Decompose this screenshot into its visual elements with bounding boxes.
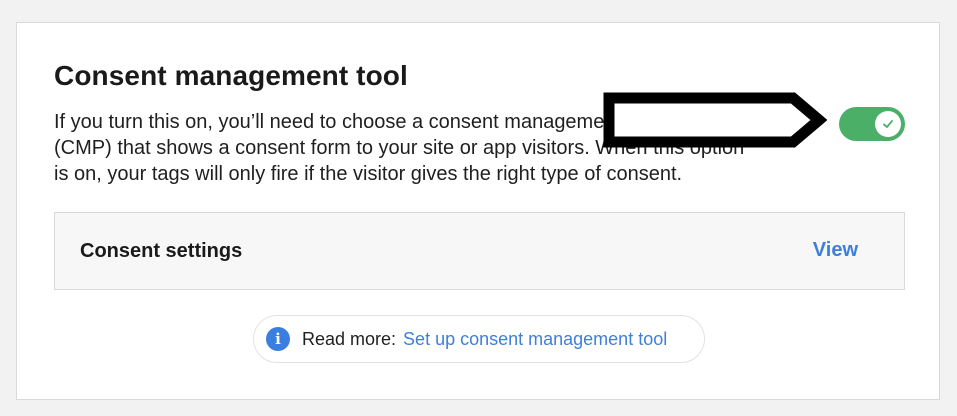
consent-settings-row: Consent settings View <box>54 212 905 290</box>
info-icon: i <box>266 327 290 351</box>
toggle-knob <box>875 111 901 137</box>
read-more-chip: i Read more: Set up consent management t… <box>253 315 705 363</box>
view-consent-settings-link[interactable]: View <box>813 239 858 262</box>
check-icon <box>883 120 893 128</box>
consent-management-card: Consent management tool If you turn this… <box>16 22 940 400</box>
consent-settings-label: Consent settings <box>80 240 243 262</box>
redaction-mark <box>603 92 827 148</box>
setup-consent-tool-link[interactable]: Set up consent management tool <box>403 329 667 350</box>
section-title: Consent management tool <box>54 60 408 91</box>
read-more-label: Read more: <box>302 328 397 349</box>
consent-toggle[interactable] <box>839 107 905 141</box>
